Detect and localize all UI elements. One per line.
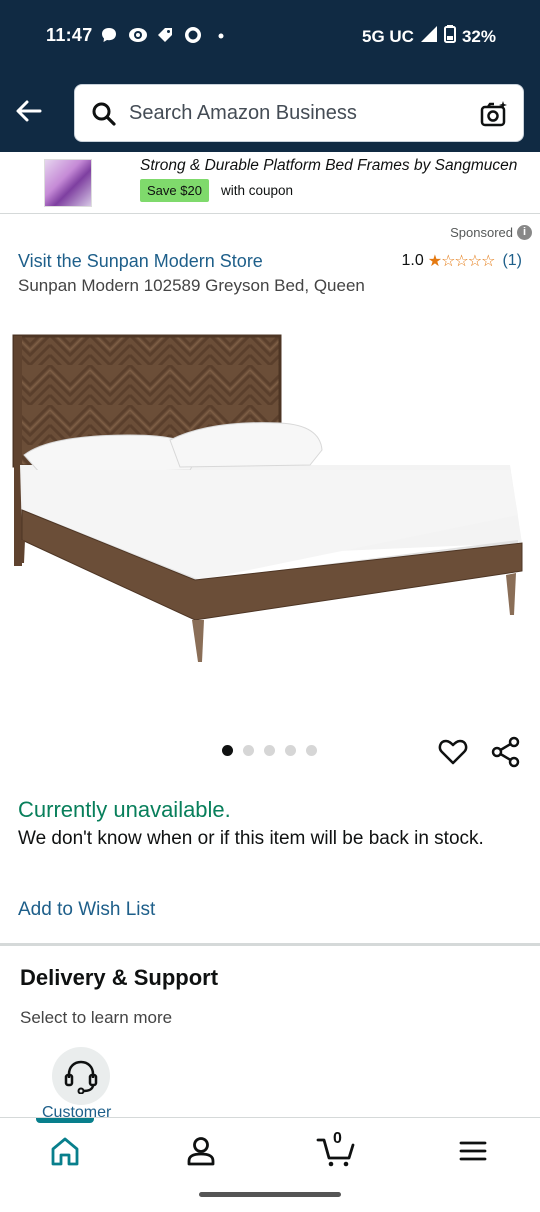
signal-icon [420,25,438,48]
sponsored-label[interactable]: Sponsored i [450,225,532,240]
more-notifications-dot [212,26,230,44]
rating-value: 1.0 [401,252,424,269]
save-badge: Save $20 [140,179,209,202]
headset-icon [64,1060,98,1094]
heart-icon[interactable] [437,736,469,768]
ad-product-thumbnail[interactable] [44,159,92,207]
back-button[interactable] [14,96,44,126]
search-placeholder: Search Amazon Business [129,102,357,124]
notification-icons [100,26,230,44]
search-input[interactable]: Search Amazon Business [74,84,524,142]
coupon-text: with coupon [221,183,294,198]
network-label: 5G UC [362,26,414,46]
availability-description: We don't know when or if this item will … [18,828,484,849]
carousel-dot[interactable] [243,745,254,756]
app-logo-icon [184,26,202,44]
cart-count: 0 [333,1130,342,1147]
chat-bubble-icon [100,26,118,44]
star-rating-icon: ★☆☆☆☆ [427,253,496,270]
status-time: 11:47 [46,25,93,45]
carousel-dot[interactable] [306,745,317,756]
info-icon[interactable]: i [517,225,532,240]
home-icon[interactable] [48,1134,82,1168]
search-icon [92,102,116,126]
image-carousel-dots[interactable] [222,745,317,756]
carousel-dot[interactable] [222,745,233,756]
carousel-dot[interactable] [285,745,296,756]
carousel-dot[interactable] [264,745,275,756]
share-icon[interactable] [490,736,522,768]
product-image[interactable] [10,325,530,670]
customer-service-button[interactable] [52,1047,110,1105]
add-to-wish-list-link[interactable]: Add to Wish List [18,899,155,921]
sponsored-ad-banner[interactable]: Strong & Durable Platform Bed Frames by … [0,152,540,214]
ad-title[interactable]: Strong & Durable Platform Bed Frames by … [140,157,517,175]
product-title: Sunpan Modern 102589 Greyson Bed, Queen [18,276,365,295]
arrow-left-icon [16,100,42,122]
store-link[interactable]: Visit the Sunpan Modern Store [18,251,263,272]
rating-count[interactable]: (1) [502,252,522,270]
availability-status: Currently unavailable. [18,797,231,822]
battery-icon [443,25,456,48]
account-icon[interactable] [184,1134,218,1168]
status-bar: 11:47 5G UC 32% [0,0,540,72]
active-tab-indicator [36,1118,94,1123]
eye-logo-icon [128,26,147,44]
gesture-navigation-bar[interactable] [199,1192,341,1197]
status-right: 5G UC 32% [362,25,496,48]
customer-service-label[interactable]: Customer [42,1104,142,1118]
battery-percent: 32% [461,26,496,46]
menu-icon[interactable] [456,1134,490,1168]
bottom-navigation: 0 [0,1117,540,1181]
tag-icon [156,26,174,44]
rating-summary[interactable]: 1.0 ★☆☆☆☆ (1) [401,251,522,271]
delivery-support-subtitle: Select to learn more [20,1008,173,1027]
section-divider [0,943,540,946]
cart-button[interactable]: 0 [316,1130,356,1168]
delivery-support-heading: Delivery & Support [20,965,219,990]
camera-search-icon[interactable] [479,99,509,129]
